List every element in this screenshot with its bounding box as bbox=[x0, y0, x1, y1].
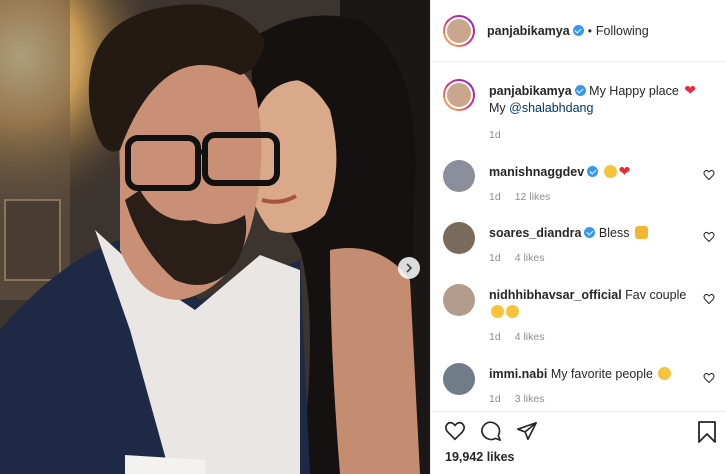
following-button[interactable]: Following bbox=[596, 24, 649, 38]
caption-text: My Happy place bbox=[589, 84, 679, 98]
heart-eyes-emoji bbox=[506, 305, 519, 318]
share-icon[interactable] bbox=[516, 420, 538, 442]
comment-like-heart-icon[interactable] bbox=[703, 372, 715, 384]
comment-age[interactable]: 1d bbox=[489, 189, 501, 206]
heart-icon[interactable] bbox=[444, 420, 466, 442]
action-icons bbox=[431, 412, 726, 450]
comment-age[interactable]: 1d bbox=[489, 250, 501, 267]
bookmark-icon[interactable] bbox=[697, 421, 717, 443]
post-photo[interactable] bbox=[0, 0, 430, 474]
separator-dot: • bbox=[587, 23, 592, 38]
verified-badge-icon bbox=[587, 166, 599, 177]
comments-list[interactable]: panjabikamya My Happy place ❤ My @shalab… bbox=[431, 63, 726, 411]
red-heart-emoji: ❤ bbox=[618, 163, 631, 179]
comment-like-heart-icon[interactable] bbox=[703, 293, 715, 305]
raised-hands-emoji bbox=[634, 226, 648, 239]
comment-avatar[interactable] bbox=[443, 363, 475, 395]
comment-likes[interactable]: 12 likes bbox=[515, 189, 551, 206]
caption-avatar[interactable] bbox=[443, 79, 475, 111]
comment-username[interactable]: manishnaggdev bbox=[489, 165, 584, 179]
comment-avatar[interactable] bbox=[443, 160, 475, 192]
post-actions: 19,942 likes bbox=[431, 411, 726, 474]
caption-username[interactable]: panjabikamya bbox=[489, 84, 572, 98]
comment-icon[interactable] bbox=[480, 420, 502, 442]
comment-item: nidhhibhavsar_official Fav couple 1d 4 li… bbox=[443, 284, 715, 346]
heart-eyes-emoji bbox=[491, 305, 504, 318]
comment-text: Bless bbox=[598, 226, 630, 240]
instagram-post: panjabikamya • Following panjabikamya My… bbox=[0, 0, 726, 474]
smiling-emoji bbox=[658, 367, 672, 380]
comment-likes[interactable]: 4 likes bbox=[515, 329, 545, 346]
author-avatar[interactable] bbox=[443, 14, 475, 47]
comment-username[interactable]: nidhhibhavsar_official bbox=[489, 288, 622, 302]
comment-avatar[interactable] bbox=[443, 222, 475, 254]
comment-item: soares_diandra Bless 1d 4 likes bbox=[443, 222, 715, 267]
next-photo-button[interactable] bbox=[398, 257, 420, 279]
comment-item: immi.nabi My favorite people 1d 3 likes bbox=[443, 363, 715, 408]
verified-badge-icon bbox=[584, 227, 596, 238]
post-side-panel: panjabikamya • Following panjabikamya My… bbox=[430, 0, 726, 474]
red-heart-emoji: ❤ bbox=[684, 82, 697, 98]
couple-photo-illustration bbox=[0, 0, 430, 474]
caption-line2-prefix: My bbox=[489, 101, 506, 115]
comment-text: My favorite people bbox=[550, 367, 653, 381]
post-header: panjabikamya • Following bbox=[431, 0, 726, 62]
author-username[interactable]: panjabikamya bbox=[487, 24, 570, 38]
comment-username[interactable]: soares_diandra bbox=[489, 226, 581, 240]
caption: panjabikamya My Happy place ❤ My @shalab… bbox=[443, 79, 715, 144]
comment-age[interactable]: 1d bbox=[489, 391, 501, 408]
comment-text: Fav couple bbox=[625, 288, 687, 302]
likes-count[interactable]: 19,942 likes bbox=[431, 450, 726, 464]
comment-avatar[interactable] bbox=[443, 284, 475, 316]
comment-like-heart-icon[interactable] bbox=[703, 169, 715, 181]
comment-username[interactable]: immi.nabi bbox=[489, 367, 547, 381]
verified-badge-icon bbox=[574, 85, 586, 96]
comment-likes[interactable]: 4 likes bbox=[515, 250, 545, 267]
caption-mention[interactable]: @shalabhdang bbox=[509, 101, 593, 115]
verified-badge-icon bbox=[572, 25, 584, 36]
comment-age[interactable]: 1d bbox=[489, 329, 501, 346]
comment-item: manishnaggdev ❤ 1d 12 likes bbox=[443, 160, 715, 206]
chevron-right-icon bbox=[406, 263, 413, 273]
heart-eyes-emoji bbox=[603, 165, 617, 178]
caption-age[interactable]: 1d bbox=[489, 127, 501, 144]
comment-like-heart-icon[interactable] bbox=[703, 231, 715, 243]
comment-likes[interactable]: 3 likes bbox=[515, 391, 545, 408]
